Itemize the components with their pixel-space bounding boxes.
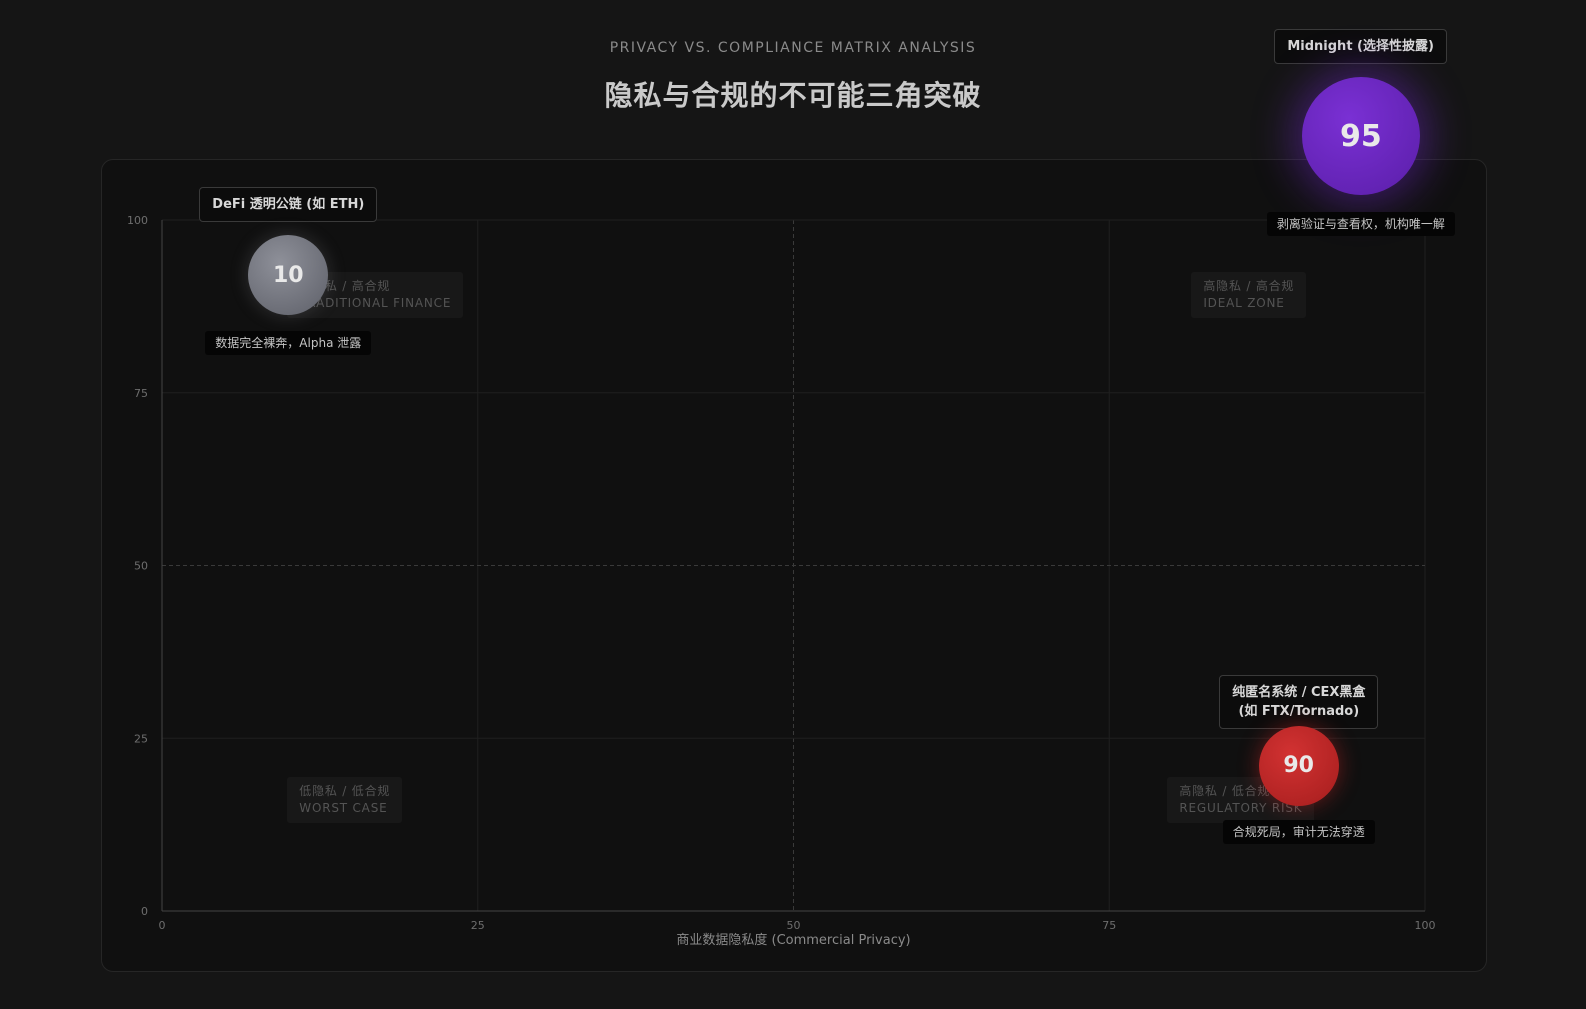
- data-point-midnight[interactable]: 95: [1301, 77, 1420, 196]
- x-tick-label: 75: [1102, 919, 1116, 932]
- quadrant-subtitle: TRADITIONAL FINANCE: [299, 296, 452, 311]
- data-point-cex[interactable]: 90: [1258, 725, 1339, 806]
- point-name: DeFi 透明公链 (如 ETH): [212, 197, 365, 213]
- quadrant-subtitle: WORST CASE: [299, 800, 388, 815]
- quadrant-label-top-right: 高隐私 / 高合规 IDEAL ZONE: [1191, 272, 1307, 319]
- point-score: 95: [1339, 118, 1382, 154]
- point-label-midnight: Midnight (选择性披露): [1274, 29, 1447, 65]
- point-score: 10: [272, 262, 304, 288]
- chart-panel: 0 25 50 75 100 0 25 50 75 100 商业数据隐私度 (Commercial …: [101, 159, 1487, 972]
- point-description-defi: 数据完全裸奔，Alpha 泄露: [205, 331, 372, 356]
- point-label-defi: DeFi 透明公链 (如 ETH): [199, 187, 378, 223]
- point-name: 纯匿名系统 / CEX黑盒: [1232, 684, 1366, 700]
- y-tick-label: 0: [141, 905, 148, 918]
- x-axis-label: 商业数据隐私度 (Commercial Privacy): [676, 932, 910, 948]
- x-tick-label: 100: [1415, 919, 1436, 932]
- quadrant-subtitle: IDEAL ZONE: [1203, 296, 1285, 311]
- y-tick-label: 25: [134, 732, 148, 745]
- point-description-cex: 合规死局，审计无法穿透: [1222, 819, 1375, 844]
- x-tick-label: 50: [787, 919, 801, 932]
- quadrant-title: 低隐私 / 低合规: [299, 783, 391, 798]
- y-tick-label: 50: [134, 560, 148, 573]
- point-name-line2: (如 FTX/Tornado): [1238, 703, 1360, 719]
- x-tick-label: 0: [159, 919, 166, 932]
- quadrant-title: 高隐私 / 高合规: [1203, 279, 1295, 294]
- y-tick-label: 75: [134, 387, 148, 400]
- point-description-midnight: 剥离验证与查看权，机构唯一解: [1266, 212, 1455, 237]
- x-tick-label: 25: [471, 919, 485, 932]
- y-tick-label: 100: [127, 214, 148, 227]
- data-point-defi[interactable]: 10: [248, 235, 329, 316]
- point-label-cex: 纯匿名系统 / CEX黑盒 (如 FTX/Tornado): [1219, 674, 1379, 729]
- point-score: 90: [1283, 753, 1314, 779]
- point-name: Midnight (选择性披露): [1287, 39, 1434, 55]
- quadrant-label-bottom-left: 低隐私 / 低合规 WORST CASE: [287, 776, 403, 823]
